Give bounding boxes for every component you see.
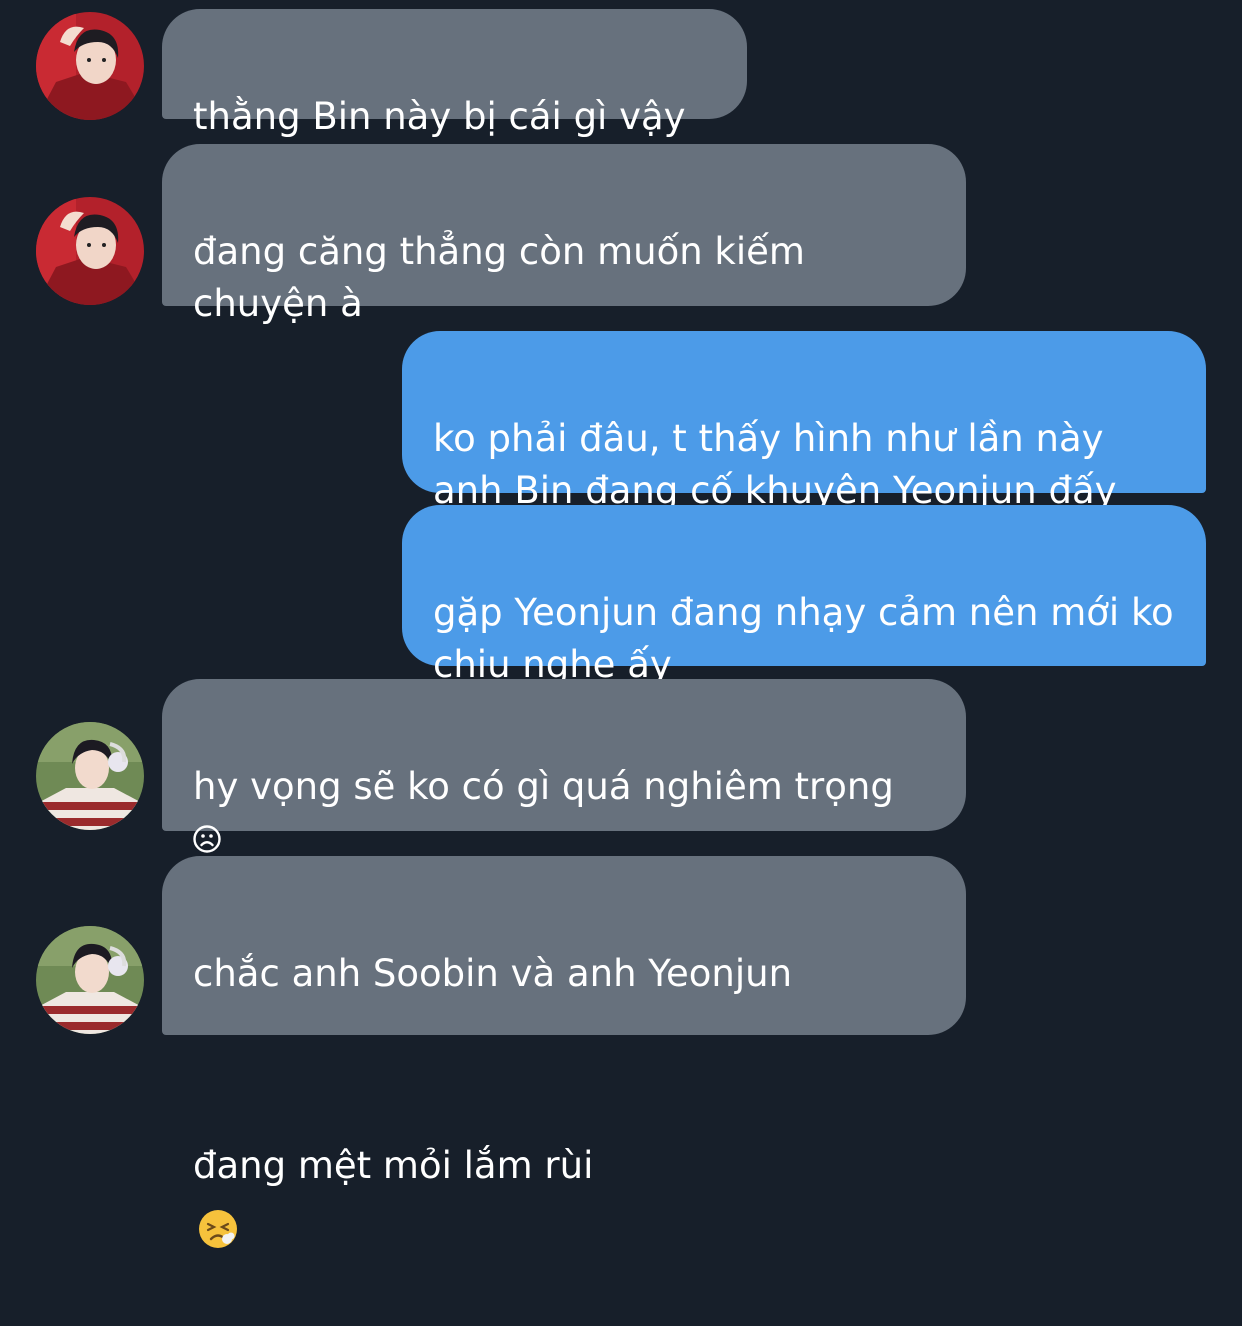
message-bubble-incoming[interactable]: chắc anh Soobin và anh Yeonjun đang mệt … (162, 856, 966, 1248)
message-text-line: chắc anh Soobin và anh Yeonjun (193, 952, 793, 995)
avatar-striped-sweater-image (36, 722, 144, 830)
message-text: hy vọng sẽ ko có gì quá nghiêm trọng (193, 765, 894, 808)
message-bubble-incoming[interactable]: thằng Bin này bị cái gì vậy (162, 9, 747, 138)
avatar[interactable] (36, 12, 144, 120)
message-text-line-with-emoji: đang mệt mỏi lắm rùi (193, 1070, 936, 1262)
avatar[interactable] (36, 926, 144, 1034)
avatar-striped-sweater-image (36, 926, 144, 1034)
message-bubble-outgoing[interactable]: ko phải đâu, t thấy hình như lần này anh… (402, 331, 1206, 512)
message-text: thằng Bin này bị cái gì vậy (193, 95, 686, 138)
avatar[interactable] (36, 197, 144, 305)
tired-face-icon (199, 1210, 237, 1248)
message-text: đang căng thẳng còn muốn kiếm chuyện à (193, 230, 805, 325)
message-bubble-outgoing[interactable]: gặp Yeonjun đang nhạy cảm nên mới ko chị… (402, 505, 1206, 686)
message-text-line: đang mệt mỏi lắm rùi (193, 1144, 594, 1187)
frowning-face-icon (193, 825, 221, 853)
avatar-red-outfit-image (36, 12, 144, 120)
message-bubble-incoming[interactable]: đang căng thẳng còn muốn kiếm chuyện à (162, 144, 966, 325)
message-text: gặp Yeonjun đang nhạy cảm nên mới ko chị… (433, 591, 1174, 686)
message-text: ko phải đâu, t thấy hình như lần này anh… (433, 417, 1117, 512)
avatar-red-outfit-image (36, 197, 144, 305)
avatar[interactable] (36, 722, 144, 830)
message-bubble-incoming[interactable]: hy vọng sẽ ko có gì quá nghiêm trọng (162, 679, 966, 853)
